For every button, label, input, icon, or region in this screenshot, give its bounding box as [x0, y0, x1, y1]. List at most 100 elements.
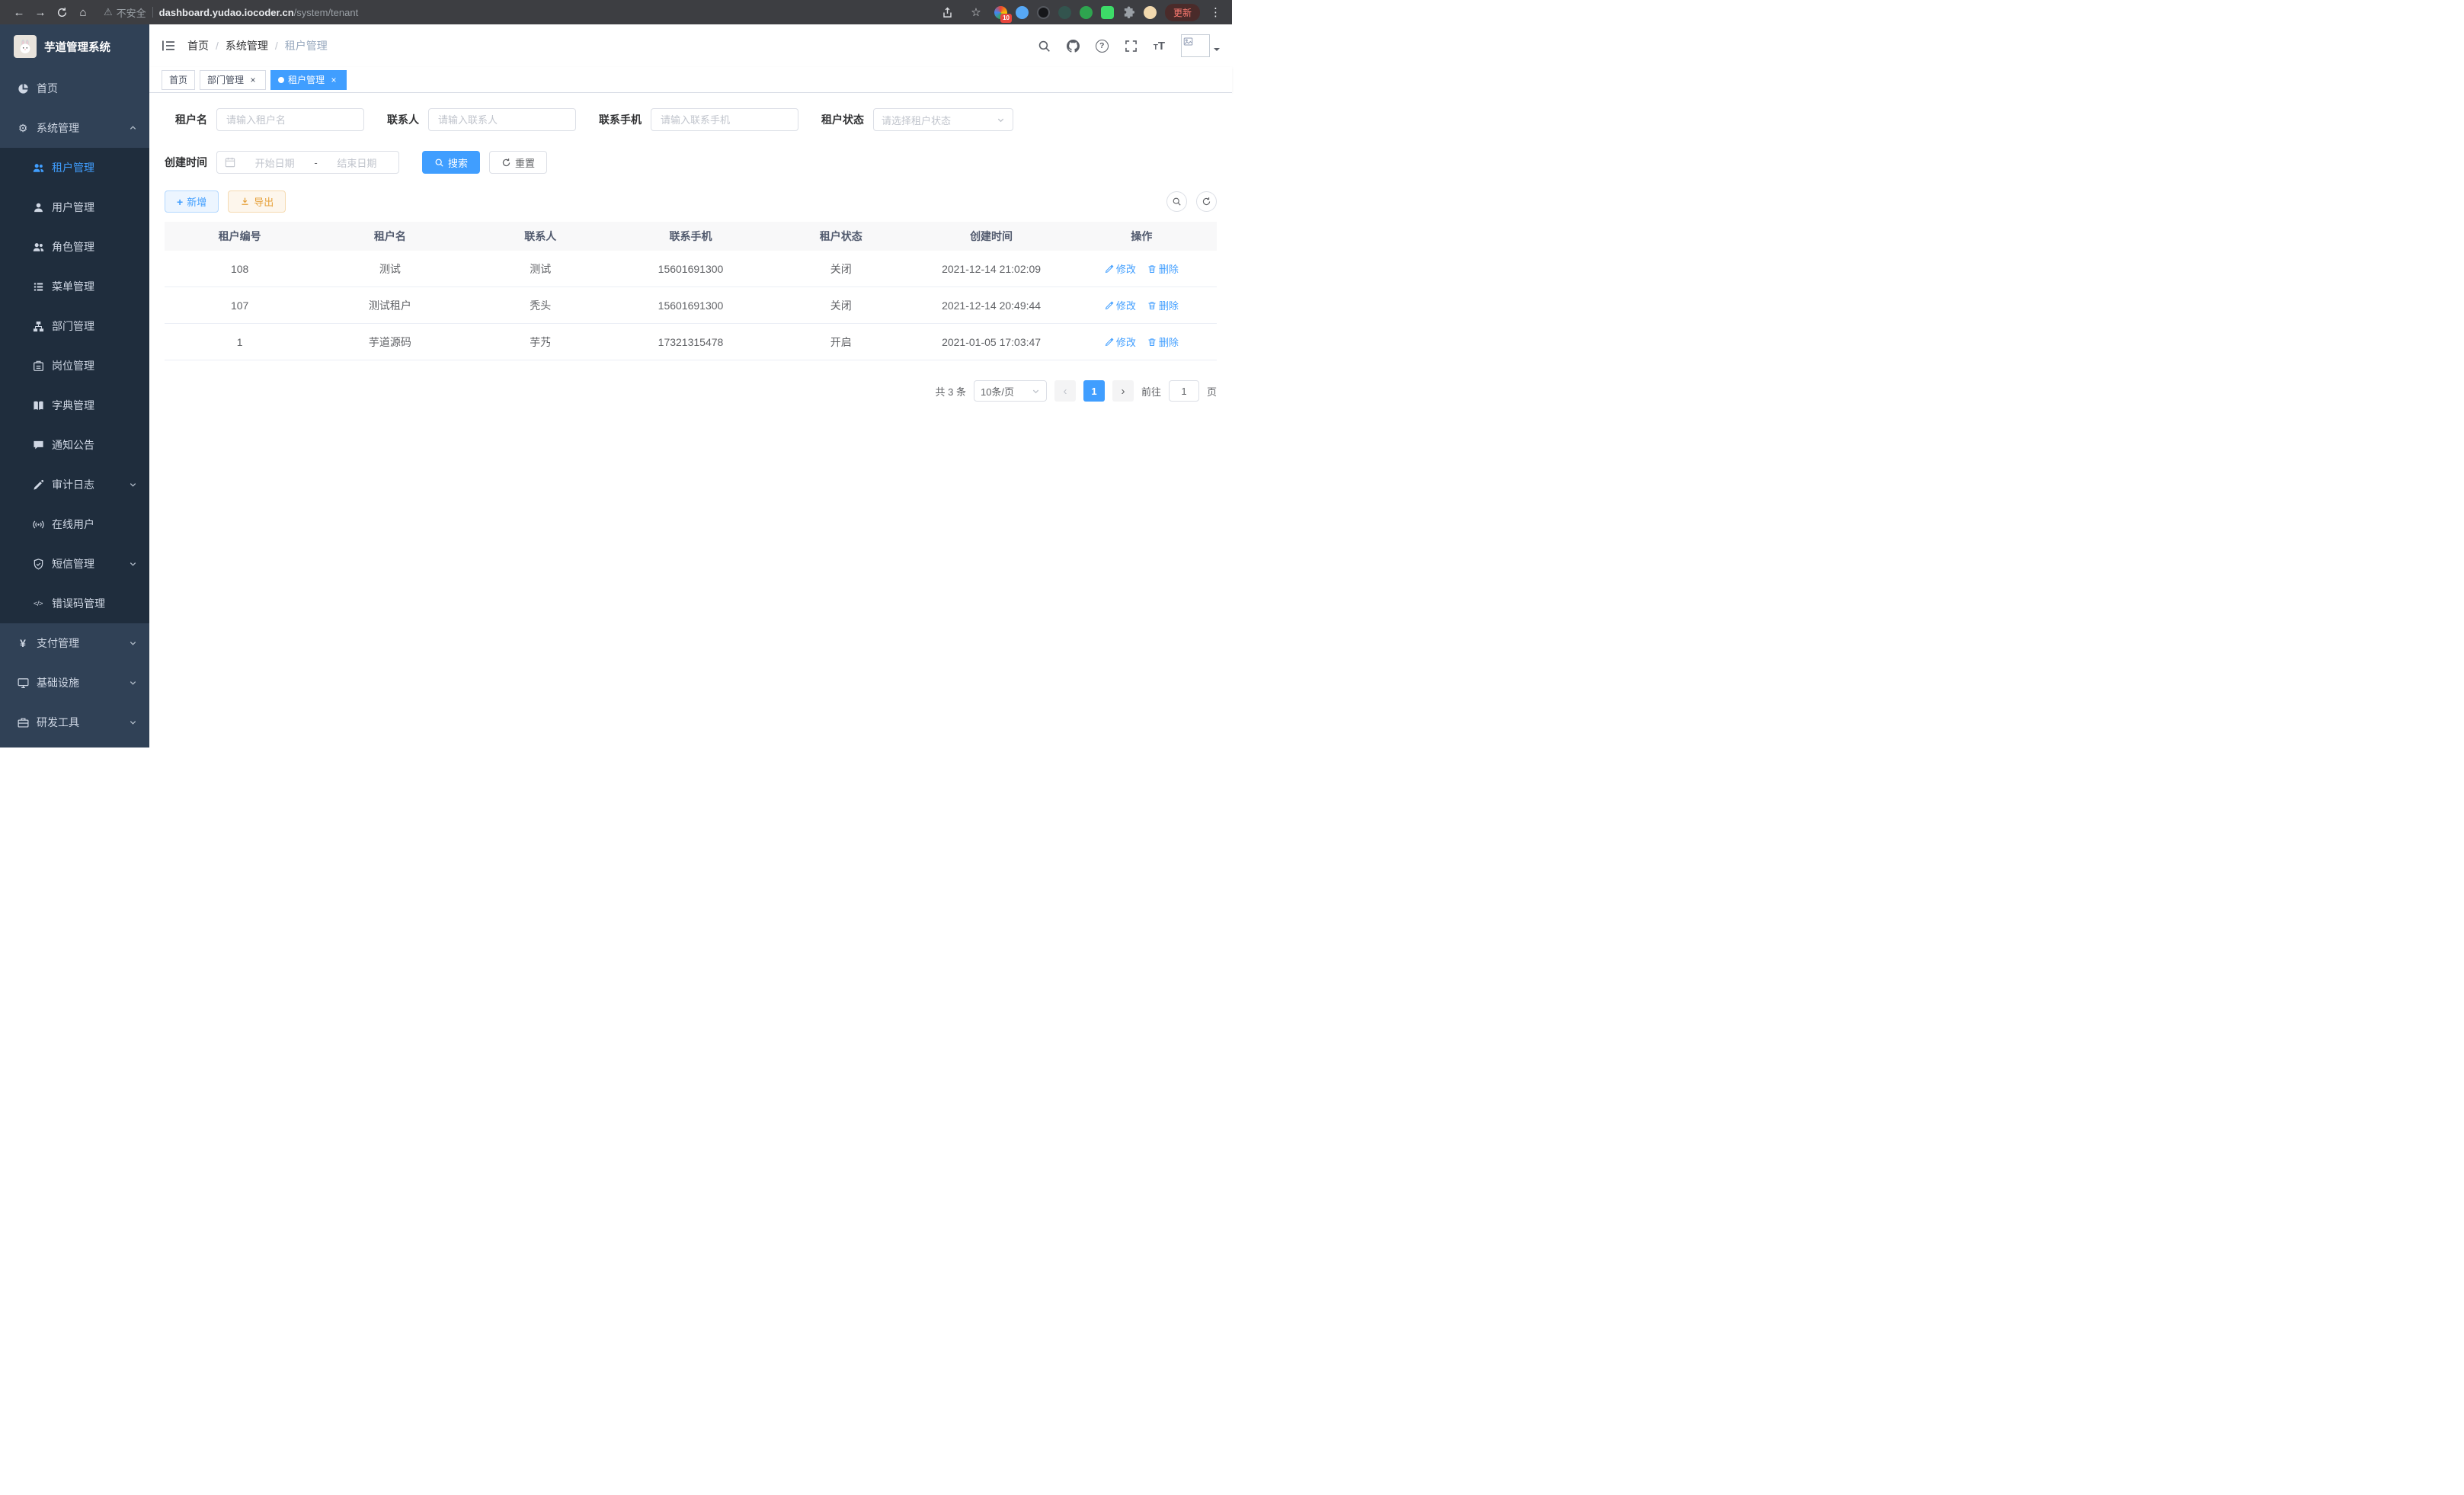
sidebar-item-label: 在线用户	[52, 517, 94, 532]
edit-link[interactable]: 修改	[1105, 335, 1136, 349]
chevron-down-icon	[129, 719, 137, 727]
reset-button[interactable]: 重置	[489, 151, 547, 174]
sidebar-item-menu[interactable]: 菜单管理	[0, 267, 149, 306]
org-tree-icon	[32, 320, 44, 332]
close-icon[interactable]: ×	[248, 75, 258, 85]
chevron-down-icon	[129, 560, 137, 568]
table-header: 租户编号 租户名 联系人 联系手机 租户状态 创建时间 操作	[165, 222, 1217, 251]
tab-home[interactable]: 首页	[162, 70, 195, 90]
export-button[interactable]: 导出	[228, 190, 286, 213]
table-toolbar: + 新增 导出	[165, 190, 1217, 213]
sidebar-item-label: 部门管理	[52, 319, 94, 334]
breadcrumb-home[interactable]: 首页	[187, 38, 209, 53]
phone-input[interactable]	[651, 108, 798, 131]
breadcrumb-system[interactable]: 系统管理	[226, 38, 268, 53]
sidebar-item-label: 角色管理	[52, 239, 94, 255]
home-icon[interactable]: ⌂	[73, 3, 93, 21]
sidebar-item-online-users[interactable]: 在线用户	[0, 504, 149, 544]
cell-status: 关闭	[766, 298, 916, 313]
tab-tenant[interactable]: 租户管理 ×	[270, 70, 347, 90]
notice-icon	[32, 439, 44, 451]
tab-dept[interactable]: 部门管理 ×	[200, 70, 266, 90]
sidebar-item-label: 菜单管理	[52, 279, 94, 294]
search-icon[interactable]	[1038, 40, 1051, 53]
delete-link[interactable]: 删除	[1147, 298, 1179, 312]
prev-page-button[interactable]: ‹	[1054, 380, 1076, 402]
reload-icon[interactable]	[52, 3, 72, 21]
cell-operations: 修改 删除	[1067, 261, 1217, 276]
sidebar-item-notice[interactable]: 通知公告	[0, 425, 149, 465]
sidebar-item-error-code[interactable]: </> 错误码管理	[0, 584, 149, 623]
edit-link[interactable]: 修改	[1105, 298, 1136, 312]
close-icon[interactable]: ×	[328, 75, 339, 85]
date-separator: -	[314, 157, 317, 168]
sidebar-item-user[interactable]: 用户管理	[0, 187, 149, 227]
extension-adblock-icon[interactable]: 10	[994, 6, 1007, 19]
sidebar-item-role[interactable]: 角色管理	[0, 227, 149, 267]
page-1-button[interactable]: 1	[1083, 380, 1105, 402]
bookmark-star-icon[interactable]: ☆	[966, 3, 986, 21]
roles-icon	[32, 241, 44, 253]
back-icon[interactable]: ←	[9, 3, 29, 21]
filter-phone: 联系手机	[599, 108, 798, 131]
extension-dark-ring-icon[interactable]	[1037, 6, 1050, 19]
pagination: 共 3 条 10条/页 ‹ 1 › 前往 页	[165, 380, 1217, 402]
address-bar[interactable]: ⚠ 不安全 dashboard.yudao.iocoder.cn/system/…	[104, 5, 927, 20]
cell-tenant-id: 108	[165, 263, 315, 275]
sidebar-item-home[interactable]: 首页	[0, 69, 149, 108]
next-page-button[interactable]: ›	[1112, 380, 1134, 402]
extensions-puzzle-icon[interactable]	[1122, 6, 1135, 19]
sidebar-item-devtools[interactable]: 研发工具	[0, 703, 149, 742]
status-select[interactable]: 请选择租户状态	[873, 108, 1013, 131]
cell-created: 2021-12-14 21:02:09	[916, 263, 1066, 275]
goto-page-input[interactable]	[1169, 380, 1199, 402]
date-range-picker[interactable]: 开始日期 - 结束日期	[216, 151, 399, 174]
logo[interactable]: 芋道管理系统	[0, 24, 149, 69]
menu-list-icon	[32, 280, 44, 293]
browser-menu-icon[interactable]: ⋮	[1208, 5, 1223, 19]
field-label: 联系手机	[599, 112, 642, 127]
divider	[152, 7, 153, 18]
forward-icon[interactable]: →	[30, 3, 50, 21]
contact-input[interactable]	[428, 108, 576, 131]
security-warning: ⚠ 不安全	[104, 5, 146, 20]
extension-badge: 10	[1000, 14, 1012, 23]
sidebar-item-system[interactable]: ⚙ 系统管理	[0, 108, 149, 148]
sidebar-item-post[interactable]: 岗位管理	[0, 346, 149, 386]
github-icon[interactable]	[1067, 40, 1080, 53]
sidebar-item-tenant[interactable]: 租户管理	[0, 148, 149, 187]
trash-icon	[1147, 264, 1157, 274]
table-row: 1 芋道源码 芋艿 17321315478 开启 2021-01-05 17:0…	[165, 324, 1217, 360]
field-label: 租户状态	[821, 112, 864, 127]
font-size-icon[interactable]: TT	[1154, 40, 1165, 53]
page-size-select[interactable]: 10条/页	[974, 380, 1047, 402]
cell-contact: 测试	[466, 261, 616, 277]
fullscreen-icon[interactable]	[1125, 40, 1138, 53]
sidebar-menu: 首页 ⚙ 系统管理 租户管理 用户管理 角色管理	[0, 69, 149, 748]
help-icon[interactable]: ?	[1096, 40, 1109, 53]
sidebar-item-dict[interactable]: 字典管理	[0, 386, 149, 425]
hide-search-button[interactable]	[1166, 191, 1187, 212]
delete-link[interactable]: 删除	[1147, 261, 1179, 276]
sidebar-item-payment[interactable]: ¥ 支付管理	[0, 623, 149, 663]
refresh-button[interactable]	[1196, 191, 1217, 212]
sidebar-item-infra[interactable]: 基础设施	[0, 663, 149, 703]
sidebar-item-audit-log[interactable]: 审计日志	[0, 465, 149, 504]
add-button[interactable]: + 新增	[165, 190, 219, 213]
user-avatar[interactable]	[1181, 34, 1220, 57]
delete-link[interactable]: 删除	[1147, 335, 1179, 349]
sidebar-item-sms[interactable]: 短信管理	[0, 544, 149, 584]
extension-dark-green-icon[interactable]	[1058, 6, 1071, 19]
extension-green-circle-icon[interactable]	[1080, 6, 1093, 19]
search-button[interactable]: 搜索	[422, 151, 480, 174]
extension-green-square-icon[interactable]	[1101, 6, 1114, 19]
profile-avatar-icon[interactable]	[1144, 6, 1157, 19]
extension-blue-icon[interactable]	[1016, 6, 1029, 19]
update-button[interactable]: 更新	[1165, 4, 1200, 21]
sidebar-toggle-icon[interactable]	[149, 24, 187, 67]
edit-link[interactable]: 修改	[1105, 261, 1136, 276]
cell-contact: 秃头	[466, 298, 616, 313]
tenant-name-input[interactable]	[216, 108, 364, 131]
sidebar-item-dept[interactable]: 部门管理	[0, 306, 149, 346]
share-icon[interactable]	[938, 3, 958, 21]
